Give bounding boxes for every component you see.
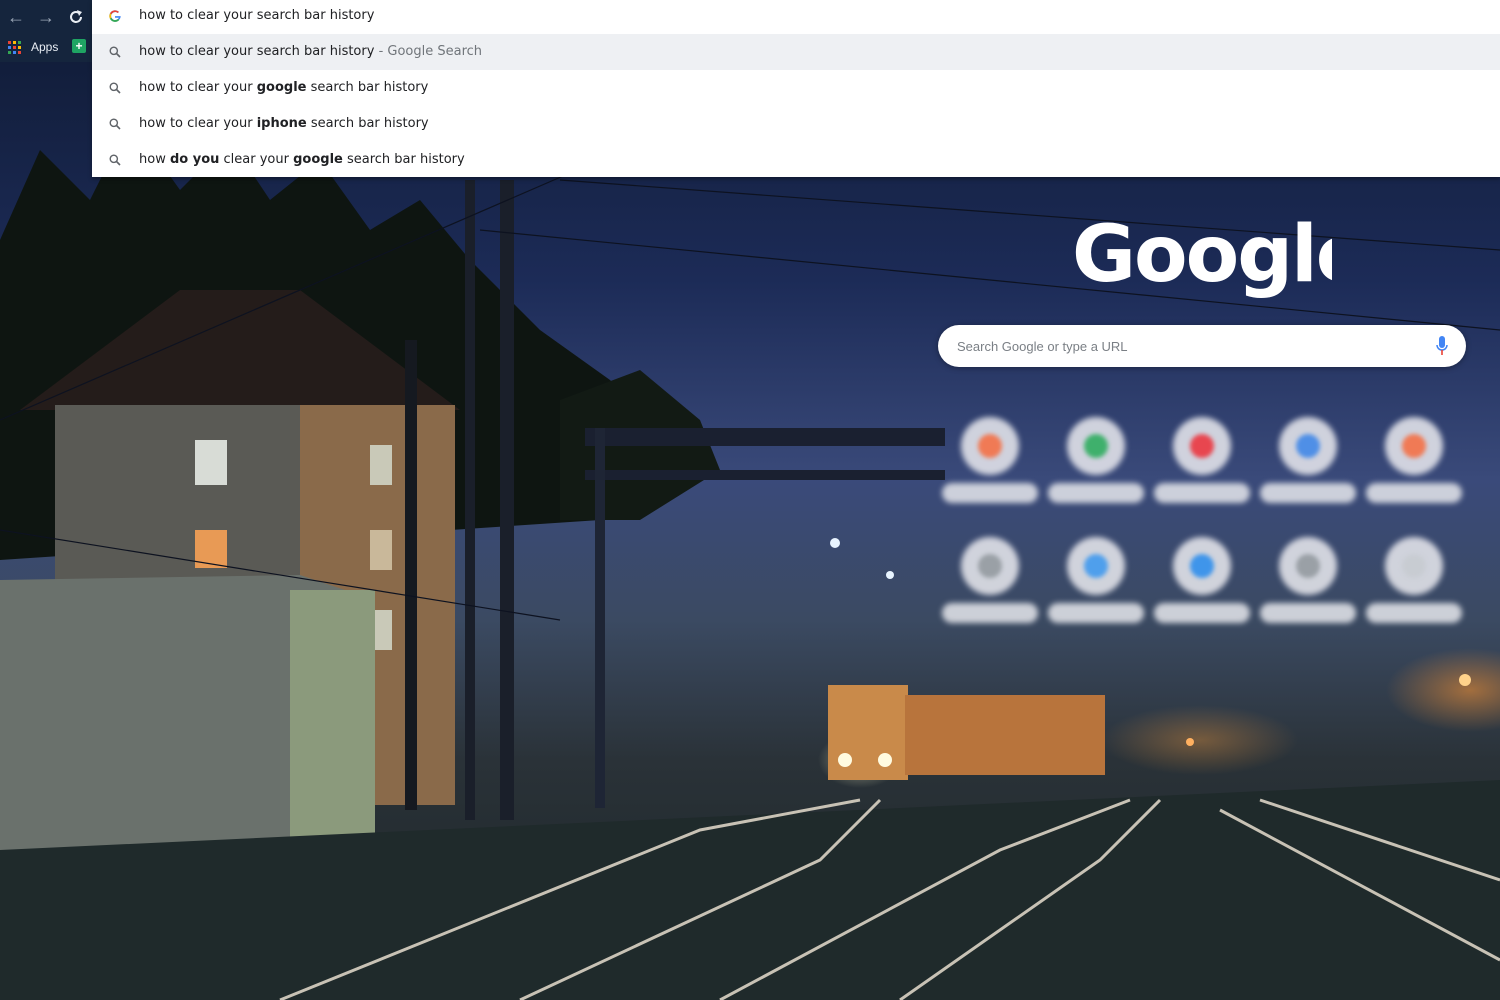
- shortcut-favicon: [1296, 554, 1320, 578]
- search-icon: [109, 118, 121, 130]
- shortcut-tile[interactable]: [1152, 530, 1252, 630]
- shortcut-favicon: [978, 434, 1002, 458]
- suggestion-text-part: search bar history: [306, 80, 429, 95]
- apps-bookmark[interactable]: Apps: [8, 38, 58, 56]
- shortcut-title-blurred: [1154, 483, 1250, 503]
- ntp-search-placeholder: Search Google or type a URL: [957, 339, 1128, 354]
- suggestion-item[interactable]: how do you clear your google search bar …: [92, 142, 1500, 178]
- shortcut-favicon: [1190, 434, 1214, 458]
- shortcut-title-blurred: [1366, 483, 1462, 503]
- suggestion-text-part: how: [139, 152, 170, 167]
- google-g-icon: [109, 10, 121, 22]
- suggestion-text: how to clear your search bar history - G…: [139, 44, 482, 59]
- shortcut-tile[interactable]: [1258, 530, 1358, 630]
- suggestion-text-part: search bar history: [306, 116, 429, 131]
- shortcut-tile[interactable]: [940, 410, 1040, 510]
- shortcut-tile[interactable]: [1152, 410, 1252, 510]
- shortcut-title-blurred: [942, 483, 1038, 503]
- shortcut-tile[interactable]: [1046, 530, 1146, 630]
- suggestion-item[interactable]: how to clear your search bar history - G…: [92, 34, 1500, 70]
- arrow-left-icon: ←: [7, 7, 25, 27]
- shortcut-favicon: [1190, 554, 1214, 578]
- shortcut-favicon: [1084, 434, 1108, 458]
- apps-label: Apps: [31, 40, 59, 54]
- suggestion-text: how do you clear your google search bar …: [139, 152, 465, 167]
- suggestion-item[interactable]: how to clear your iphone search bar hist…: [92, 106, 1500, 142]
- address-bar-input[interactable]: how to clear your search bar history: [139, 8, 374, 23]
- suggestion-item[interactable]: how to clear your google search bar hist…: [92, 70, 1500, 106]
- suggestion-match-bold: iphone: [256, 116, 307, 131]
- shortcut-title-blurred: [1366, 603, 1462, 623]
- forward-button[interactable]: →: [35, 6, 57, 28]
- shortcut-favicon: [1402, 434, 1426, 458]
- arrow-right-icon: →: [37, 7, 55, 27]
- google-logo-text: Google: [1072, 210, 1332, 300]
- suggestion-text-part: how to clear your: [139, 80, 257, 95]
- shortcut-tile[interactable]: [1258, 410, 1358, 510]
- shortcut-favicon: [1296, 434, 1320, 458]
- back-button[interactable]: ←: [5, 6, 27, 28]
- suggestion-text-part: search bar history: [342, 152, 465, 167]
- suggestion-text: how to clear your iphone search bar hist…: [139, 116, 429, 131]
- shortcut-favicon: [1402, 554, 1426, 578]
- suggestion-description: - Google Search: [374, 44, 483, 59]
- sheets-bookmark-icon[interactable]: +: [72, 39, 86, 53]
- suggestion-text-part: how to clear your search bar history: [139, 44, 375, 59]
- suggestion-text: how to clear your google search bar hist…: [139, 80, 428, 95]
- shortcut-tile[interactable]: [1364, 530, 1464, 630]
- suggestion-text-part: clear your: [219, 152, 294, 167]
- shortcut-title-blurred: [942, 603, 1038, 623]
- omnibox-dropdown: how to clear your search bar history how…: [92, 0, 1500, 177]
- reload-button[interactable]: [65, 6, 87, 28]
- shortcut-title-blurred: [1048, 603, 1144, 623]
- search-icon: [109, 46, 121, 58]
- shortcut-favicon: [978, 554, 1002, 578]
- microphone-icon[interactable]: [1436, 336, 1448, 356]
- google-logo-svg: Google: [1072, 210, 1369, 300]
- suggestion-match-bold: do you: [169, 152, 220, 167]
- shortcut-tile[interactable]: [1046, 410, 1146, 510]
- search-icon: [109, 82, 121, 94]
- shortcut-tile[interactable]: [1364, 410, 1464, 510]
- shortcut-title-blurred: [1154, 603, 1250, 623]
- suggestion-match-bold: google: [256, 80, 307, 95]
- shortcut-title-blurred: [1260, 483, 1356, 503]
- reload-icon: [70, 10, 82, 23]
- suggestion-text-part: how to clear your: [139, 116, 257, 131]
- suggestion-match-bold: google: [293, 152, 343, 167]
- search-icon: [109, 154, 121, 166]
- ntp-search-box[interactable]: Search Google or type a URL: [938, 325, 1466, 367]
- shortcut-tile[interactable]: [940, 530, 1040, 630]
- google-logo: Google: [1070, 205, 1369, 305]
- browser-toolbar: ← → Apps +: [0, 0, 92, 62]
- shortcut-title-blurred: [1048, 483, 1144, 503]
- apps-grid-icon: [8, 40, 21, 54]
- shortcut-title-blurred: [1260, 603, 1356, 623]
- address-bar[interactable]: how to clear your search bar history: [92, 0, 1500, 34]
- shortcut-favicon: [1084, 554, 1108, 578]
